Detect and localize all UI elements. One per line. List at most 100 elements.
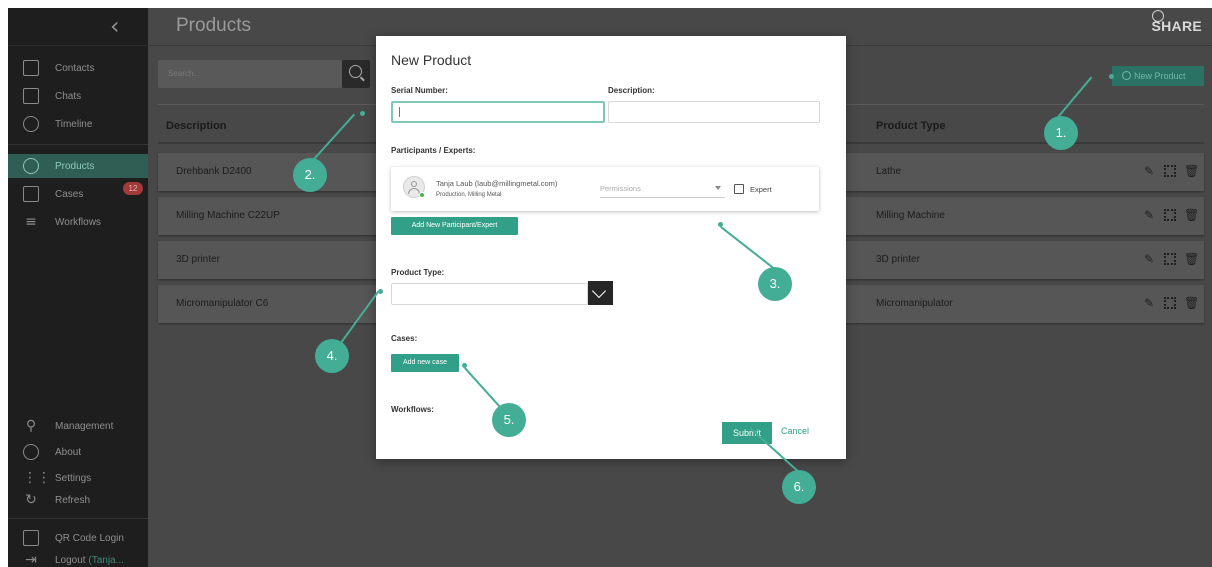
edit-icon[interactable]: ✎ xyxy=(1142,164,1156,178)
workflows-label: Workflows: xyxy=(391,405,434,414)
callout-3: 3. xyxy=(758,267,792,301)
sidebar-item-refresh[interactable]: ↻ Refresh xyxy=(8,488,148,512)
serial-number-field[interactable] xyxy=(391,101,605,123)
expert-label: Expert xyxy=(750,185,772,194)
column-header-product-type[interactable]: Product Type xyxy=(876,120,945,132)
chevron-down-icon xyxy=(591,283,607,299)
search-icon-handle xyxy=(360,76,365,82)
callout-anchor xyxy=(718,222,723,227)
participant-name: Tanja Laub (laub@millingmetal.com) xyxy=(436,179,558,188)
row-description: Drehbank D2400 xyxy=(176,166,252,177)
workflow-icon: ≡ xyxy=(25,214,37,230)
sidebar-item-about[interactable]: About xyxy=(8,440,148,464)
dialog-title: New Product xyxy=(391,52,472,68)
trash-icon[interactable]: 🗑 xyxy=(1184,252,1199,266)
sidebar-item-label: Contacts xyxy=(55,62,95,74)
new-product-dialog: New Product Serial Number: Description: … xyxy=(376,36,846,459)
callout-2: 2. xyxy=(293,158,327,192)
sidebar-item-management[interactable]: ⚲ Management xyxy=(8,414,148,438)
sidebar-item-chats[interactable]: Chats xyxy=(8,84,148,108)
qr-code-icon[interactable] xyxy=(1164,253,1176,265)
search-placeholder: Search... xyxy=(168,69,201,78)
callout-anchor xyxy=(1109,74,1114,79)
sidebar: ‹ Contacts Chats Timeline Products Cases… xyxy=(8,8,148,567)
app-window: ‹ Contacts Chats Timeline Products Cases… xyxy=(8,8,1212,567)
participant-org: Production, Milling Metal xyxy=(436,192,502,198)
search-button[interactable] xyxy=(342,60,370,88)
qr-code-icon[interactable] xyxy=(1164,165,1176,177)
callout-4: 4. xyxy=(315,339,349,373)
sidebar-item-label: Products xyxy=(55,160,95,172)
description-label: Description: xyxy=(608,86,655,95)
sidebar-item-settings[interactable]: ⋮⋮ Settings xyxy=(8,466,148,490)
qr-code-icon[interactable] xyxy=(1164,297,1176,309)
callout-connector xyxy=(1057,76,1092,118)
products-icon xyxy=(23,158,39,174)
trash-icon[interactable]: 🗑 xyxy=(1184,164,1199,178)
sidebar-item-cases[interactable]: Cases 12 xyxy=(8,182,148,206)
edit-icon[interactable]: ✎ xyxy=(1142,296,1156,310)
callout-anchor xyxy=(360,111,365,116)
sidebar-item-label: Management xyxy=(55,420,114,432)
column-header-description[interactable]: Description xyxy=(166,120,227,132)
clock-icon xyxy=(23,116,39,132)
new-product-label: New Product xyxy=(1134,71,1186,81)
refresh-icon: ↻ xyxy=(25,492,37,508)
participants-label: Participants / Experts: xyxy=(391,146,476,155)
sidebar-item-qr-login[interactable]: QR Code Login xyxy=(8,526,148,550)
qr-code-icon xyxy=(23,530,39,546)
expert-checkbox[interactable] xyxy=(734,184,744,194)
edit-icon[interactable]: ✎ xyxy=(1142,208,1156,222)
serial-number-label: Serial Number: xyxy=(391,86,448,95)
callout-6: 6. xyxy=(782,470,816,504)
description-field[interactable] xyxy=(608,101,820,123)
sidebar-item-label: Timeline xyxy=(55,118,93,130)
add-participant-button[interactable]: Add New Participant/Expert xyxy=(391,217,518,235)
chevron-left-icon: ‹ xyxy=(110,12,120,40)
logout-user: (Tanja... xyxy=(88,554,124,566)
dropdown-arrow-icon xyxy=(715,186,721,190)
sidebar-item-label: Refresh xyxy=(55,494,91,506)
chat-icon xyxy=(23,88,39,104)
back-button[interactable]: ‹ xyxy=(8,8,148,46)
sidebar-item-label: About xyxy=(55,446,82,458)
qr-code-icon[interactable] xyxy=(1164,209,1176,221)
permissions-placeholder: Permissions xyxy=(600,184,641,193)
callout-5: 5. xyxy=(492,403,526,437)
brand-name: SHARE xyxy=(1151,18,1202,34)
permissions-select[interactable]: Permissions xyxy=(600,184,725,198)
row-description: Micromanipulator C6 xyxy=(176,298,269,309)
trash-icon[interactable]: 🗑 xyxy=(1184,208,1199,222)
sidebar-item-products[interactable]: Products xyxy=(8,154,148,178)
sidebar-item-timeline[interactable]: Timeline xyxy=(8,112,148,136)
product-type-dropdown-button[interactable] xyxy=(588,281,613,305)
row-product-type: 3D printer xyxy=(876,254,920,265)
document-icon xyxy=(23,186,39,202)
edit-icon[interactable]: ✎ xyxy=(1142,252,1156,266)
sidebar-item-label: QR Code Login xyxy=(55,532,124,544)
cases-count-badge: 12 xyxy=(123,182,143,195)
sidebar-item-label: Settings xyxy=(55,472,92,484)
participant-card: Tanja Laub (laub@millingmetal.com) Produ… xyxy=(391,167,819,211)
product-type-select[interactable] xyxy=(391,283,588,305)
new-product-button[interactable]: New Product xyxy=(1112,66,1204,86)
page-title: Products xyxy=(176,15,251,36)
contacts-icon xyxy=(23,60,39,76)
search-input[interactable]: Search... xyxy=(158,60,342,88)
user-head-icon xyxy=(411,181,417,187)
sidebar-divider xyxy=(8,144,148,145)
logout-text: Logout xyxy=(55,554,86,566)
add-icon xyxy=(1122,71,1131,80)
trash-icon[interactable]: 🗑 xyxy=(1184,296,1199,310)
sidebar-item-contacts[interactable]: Contacts xyxy=(8,56,148,80)
callout-anchor xyxy=(462,363,467,368)
cancel-button[interactable]: Cancel xyxy=(781,426,809,436)
sidebar-item-logout[interactable]: ⇥ Logout (Tanja... xyxy=(8,548,148,567)
cases-label: Cases: xyxy=(391,334,418,343)
sidebar-item-workflows[interactable]: ≡ Workflows xyxy=(8,210,148,234)
logout-icon: ⇥ xyxy=(25,552,37,567)
row-product-type: Micromanipulator xyxy=(876,298,953,309)
sidebar-item-label: Cases xyxy=(55,188,84,200)
add-case-button[interactable]: Add new case xyxy=(391,354,459,372)
row-product-type: Lathe xyxy=(876,166,902,177)
